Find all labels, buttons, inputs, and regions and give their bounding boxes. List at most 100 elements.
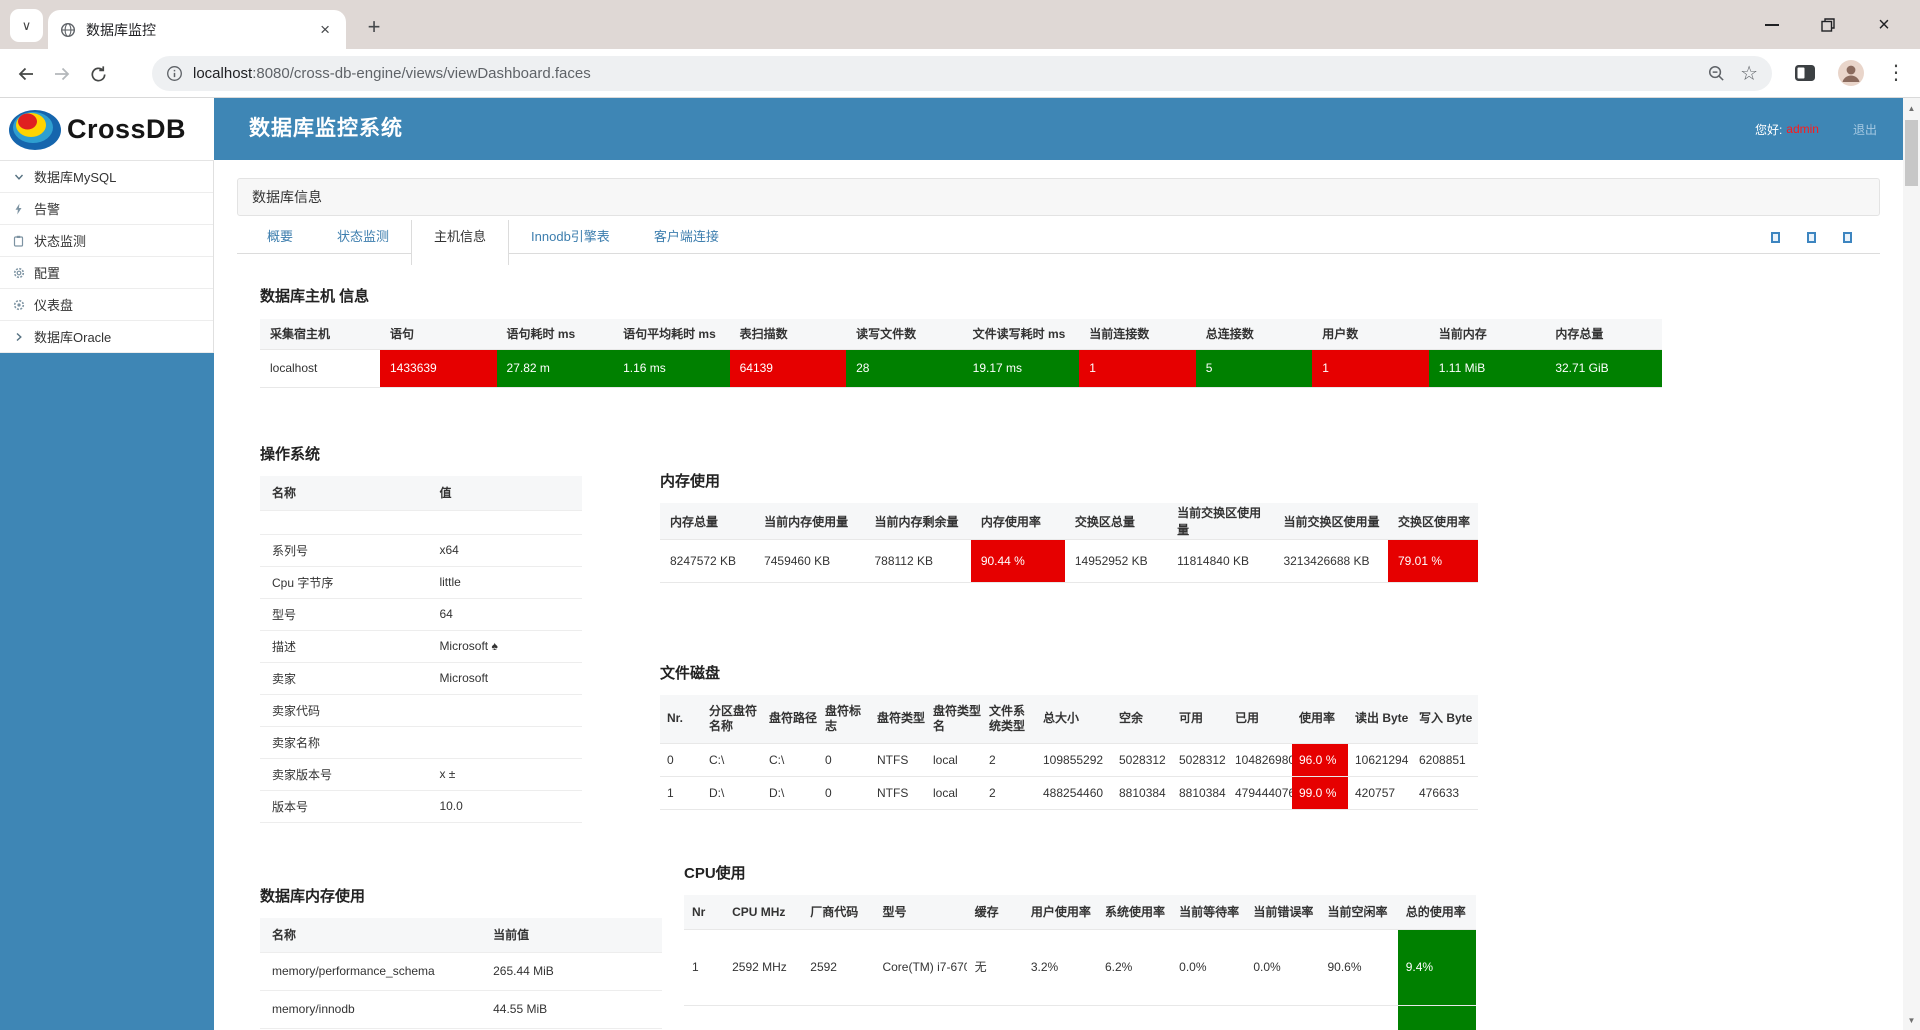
cell: 8810384: [1172, 776, 1228, 809]
column-header: 盘符标志: [818, 695, 870, 743]
table-header-row: 内存总量 当前内存使用量 当前内存剩余量 内存使用率 交换区总量 当前交换区使用…: [660, 503, 1478, 540]
forward-button[interactable]: [48, 60, 76, 88]
column-header: 用户数: [1312, 319, 1429, 349]
cell: [427, 694, 582, 726]
bookmark-star-icon[interactable]: ☆: [1740, 61, 1758, 86]
cell: 0.0%: [1171, 929, 1245, 1005]
tab-client-connections[interactable]: 客户端连接: [632, 220, 741, 254]
column-header: 当前错误率: [1245, 895, 1319, 929]
browser-menu-button[interactable]: ⋮: [1886, 58, 1906, 88]
cell: 6208851: [1412, 743, 1478, 776]
logout-link[interactable]: 退出: [1853, 121, 1877, 138]
app-logo: CrossDB: [0, 98, 214, 160]
cell-current-connections: 1: [1079, 349, 1196, 387]
column-header: 交换区总量: [1065, 503, 1167, 540]
browser-tab[interactable]: 数据库监控 ×: [48, 10, 346, 49]
window-restore-button[interactable]: [1800, 0, 1856, 49]
cell: 2: [982, 743, 1036, 776]
cell-statements: 1433639: [380, 349, 497, 387]
cell: 2: [982, 776, 1036, 809]
chevron-down-icon: ∨: [22, 18, 32, 34]
cell-mem-total: 8247572 KB: [660, 540, 754, 583]
column-header: 名称: [260, 918, 481, 952]
cell-swap-total: 14952952 KB: [1065, 540, 1167, 583]
column-header: Nr.: [660, 695, 702, 743]
sidebar-item-config[interactable]: 配置: [0, 257, 213, 289]
cell-file-rw-count: 28: [846, 349, 963, 387]
zoom-out-icon[interactable]: [1707, 64, 1726, 83]
table-row: 1 D:\ D:\ 0 NTFS local 2 488254460 88103…: [660, 776, 1478, 809]
cell: Microsoft ♠: [427, 630, 582, 662]
sidebar-item-dashboard[interactable]: 仪表盘: [0, 289, 213, 321]
column-header: 盘符路径: [762, 695, 818, 743]
cpu-title: CPU使用: [684, 862, 1476, 883]
os-title: 操作系统: [260, 443, 582, 464]
cell-hostname: localhost: [260, 349, 380, 387]
cell: 1: [660, 776, 702, 809]
address-bar[interactable]: localhost:8080/cross-db-engine/views/vie…: [152, 56, 1772, 91]
new-tab-button[interactable]: +: [358, 11, 390, 43]
scrollbar-thumb[interactable]: [1905, 120, 1918, 186]
column-header: 内存总量: [660, 503, 754, 540]
sidebar-item-mysql[interactable]: 数据库MySQL: [0, 161, 213, 193]
tab-close-icon[interactable]: ×: [316, 21, 334, 38]
logo-text: CrossDB: [67, 114, 186, 145]
column-header: 当前空闲率: [1320, 895, 1398, 929]
cell-statement-time: 27.82 m: [497, 349, 614, 387]
back-button[interactable]: [12, 60, 40, 88]
column-header: 读出 Byte: [1348, 695, 1412, 743]
column-header: 使用率: [1292, 695, 1348, 743]
column-header: 已用: [1228, 695, 1292, 743]
column-header: 语句: [380, 319, 497, 349]
sidebar-item-alerts[interactable]: 告警: [0, 193, 213, 225]
chevron-right-icon: [12, 332, 25, 342]
scroll-down-arrow-icon[interactable]: ▼: [1903, 1012, 1920, 1028]
db-memory-section: 数据库内存使用 名称 当前值 memory/performance_schema…: [260, 885, 662, 1029]
column-header: 读写文件数: [846, 319, 963, 349]
os-table: 名称 值 系列号 x64 Cpu 字节序 little 型号 64 描述 Mic: [260, 476, 582, 823]
tab-search-chevron-button[interactable]: ∨: [10, 9, 43, 42]
cell-mem-usage-rate: 90.44 %: [971, 540, 1065, 583]
tab-status-monitor[interactable]: 状态监测: [315, 220, 411, 254]
cell-total-usage-rate: 9.4%: [1398, 929, 1476, 1005]
tab-host-info[interactable]: 主机信息: [411, 220, 509, 265]
panel-action-icon[interactable]: [1771, 232, 1780, 243]
restore-icon: [1821, 18, 1835, 32]
page-info-icon[interactable]: [166, 65, 183, 82]
column-header: 内存总量: [1545, 319, 1662, 349]
cell: D:\: [702, 776, 762, 809]
cell-user-count: 1: [1312, 349, 1429, 387]
tab-innodb-tables[interactable]: Innodb引擎表: [509, 220, 632, 254]
page-scrollbar[interactable]: ▲ ▼: [1903, 98, 1920, 1030]
scroll-up-arrow-icon[interactable]: ▲: [1903, 100, 1920, 116]
panel-title: 数据库信息: [237, 178, 1880, 216]
column-header: 缓存: [967, 895, 1023, 929]
window-close-button[interactable]: ×: [1856, 0, 1912, 49]
side-panel-button[interactable]: [1792, 60, 1818, 86]
cell: 479444076: [1228, 776, 1292, 809]
sidebar-item-status-monitor[interactable]: 状态监测: [0, 225, 213, 257]
cell: 90.6%: [1320, 929, 1398, 1005]
cell: local: [926, 776, 982, 809]
table-row: Core(TM) i7-: [684, 1005, 1476, 1030]
tab-overview[interactable]: 概要: [245, 220, 315, 254]
cell-mem-free: 788112 KB: [864, 540, 970, 583]
table-row: 卖家 Microsoft: [260, 662, 582, 694]
host-info-title: 数据库主机 信息: [260, 285, 1662, 306]
column-header: 可用: [1172, 695, 1228, 743]
column-header: 当前值: [481, 918, 662, 952]
column-header: 分区盘符名称: [702, 695, 762, 743]
profile-avatar[interactable]: [1836, 58, 1866, 88]
window-minimize-button[interactable]: [1744, 0, 1800, 49]
cell: 3.2%: [1023, 929, 1097, 1005]
url-text[interactable]: localhost:8080/cross-db-engine/views/vie…: [193, 65, 1693, 82]
os-section: 操作系统 名称 值 系列号 x64 Cpu 字节序 little 型号 64: [260, 443, 582, 823]
cell: 420757: [1348, 776, 1412, 809]
cell-mem-used: 7459460 KB: [754, 540, 864, 583]
memory-table: 内存总量 当前内存使用量 当前内存剩余量 内存使用率 交换区总量 当前交换区使用…: [660, 503, 1478, 583]
reload-button[interactable]: [84, 60, 112, 88]
panel-action-icon[interactable]: [1843, 232, 1852, 243]
cell: [684, 1005, 724, 1030]
panel-action-icon[interactable]: [1807, 232, 1816, 243]
sidebar-item-oracle[interactable]: 数据库Oracle: [0, 321, 213, 353]
